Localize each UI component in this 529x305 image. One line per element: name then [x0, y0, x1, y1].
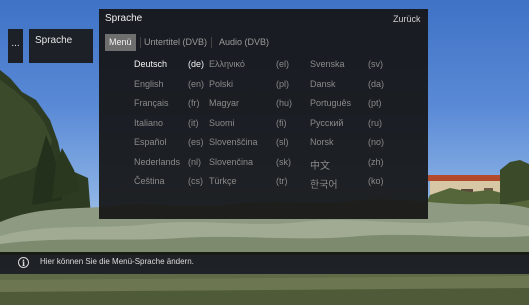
language-code: (en) [188, 78, 205, 89]
panel-title: Sprache [105, 13, 143, 24]
back-button[interactable]: Zurück [393, 14, 421, 24]
language-code: (it) [188, 117, 199, 128]
language-code: (de) [188, 59, 205, 69]
language-name: Slovenščina [209, 137, 258, 147]
language-name: Dansk [310, 78, 336, 89]
breadcrumb-current-label: Sprache [35, 35, 73, 46]
language-code: (fr) [188, 98, 200, 108]
language-option[interactable]: Русский (ru) [310, 118, 398, 130]
language-option[interactable]: Français (fr) [134, 98, 218, 110]
tab-audio-dvb[interactable]: Audio (DVB) [219, 34, 269, 51]
language-code: (cs) [188, 176, 203, 186]
language-name: Norsk [310, 137, 334, 147]
language-option[interactable]: Polski (pl) [209, 79, 306, 91]
language-code: (da) [368, 78, 385, 89]
language-code: (hu) [276, 98, 293, 108]
language-code: (tr) [276, 176, 288, 186]
language-name: Svenska [310, 59, 345, 69]
language-option[interactable]: 한국어 (ko) [310, 176, 398, 191]
language-name: Slovenčina [209, 156, 254, 167]
language-option[interactable]: Türkçe (tr) [209, 176, 306, 188]
language-name: Čeština [134, 176, 165, 186]
language-name: Ελληνικό [209, 59, 245, 69]
tv-screen: ... Sprache Sprache Zurück Menü Untertit… [0, 0, 529, 305]
language-code: (ru) [368, 117, 382, 128]
tab-menu[interactable]: Menü [105, 34, 140, 51]
language-option[interactable]: Norsk (no) [310, 137, 398, 149]
language-name: Nederlands [134, 156, 181, 167]
language-name: English [134, 78, 164, 89]
language-name: Deutsch [134, 59, 168, 69]
language-name: Français [134, 98, 169, 108]
language-name: Português [310, 98, 352, 108]
language-code: (el) [276, 59, 289, 69]
tab-subtitles-dvb[interactable]: Untertitel (DVB) [144, 34, 213, 51]
language-code: (pl) [276, 78, 289, 89]
info-text: Hier können Sie die Menü-Sprache ändern. [40, 257, 194, 266]
language-name: Русский [310, 117, 344, 128]
language-option[interactable]: Ελληνικό (el) [209, 59, 306, 71]
language-code: (sv) [368, 59, 383, 69]
language-code: (es) [188, 137, 204, 147]
language-option[interactable]: Nederlands (nl) [134, 157, 218, 169]
language-name: Polski [209, 78, 234, 89]
language-name: 中文 [310, 160, 330, 172]
language-option[interactable]: Suomi (fi) [209, 118, 306, 130]
breadcrumb-more-label: ... [11, 38, 20, 49]
language-code: (sk) [276, 156, 291, 167]
language-option[interactable]: Slovenščina (sl) [209, 137, 306, 149]
breadcrumb-more-button[interactable]: ... [8, 29, 23, 63]
language-name: Türkçe [209, 176, 237, 186]
language-name: Italiano [134, 117, 164, 128]
language-option[interactable]: Español (es) [134, 137, 218, 149]
language-option[interactable]: Čeština (cs) [134, 176, 218, 188]
breadcrumb-current[interactable]: Sprache [29, 29, 93, 63]
language-option[interactable]: English (en) [134, 79, 218, 91]
info-bar: i Hier können Sie die Menü-Sprache änder… [0, 252, 529, 274]
language-name: Español [134, 137, 167, 147]
language-option[interactable]: Português (pt) [310, 98, 398, 110]
language-code: (sl) [276, 137, 289, 147]
info-icon: i [18, 257, 29, 268]
language-option[interactable]: Svenska (sv) [310, 59, 398, 71]
language-option[interactable]: Italiano (it) [134, 118, 218, 130]
language-option[interactable]: 中文 (zh) [310, 156, 398, 172]
language-code: (fi) [276, 117, 287, 128]
language-name: 한국어 [310, 180, 338, 191]
language-code: (pt) [368, 98, 382, 108]
language-code: (nl) [188, 156, 201, 167]
language-name: Suomi [209, 117, 235, 128]
language-code: (ko) [368, 176, 384, 186]
language-option[interactable]: Dansk (da) [310, 79, 398, 91]
language-option[interactable]: Slovenčina (sk) [209, 157, 306, 169]
tab-bar: Menü Untertitel (DVB) Audio (DVB) [105, 34, 425, 51]
language-code: (no) [368, 137, 385, 147]
language-option[interactable]: Deutsch (de) [134, 59, 218, 71]
language-panel: Sprache Zurück Menü Untertitel (DVB) Aud… [99, 9, 428, 219]
language-option[interactable]: Magyar (hu) [209, 98, 306, 110]
language-code: (zh) [368, 156, 384, 167]
language-name: Magyar [209, 98, 240, 108]
